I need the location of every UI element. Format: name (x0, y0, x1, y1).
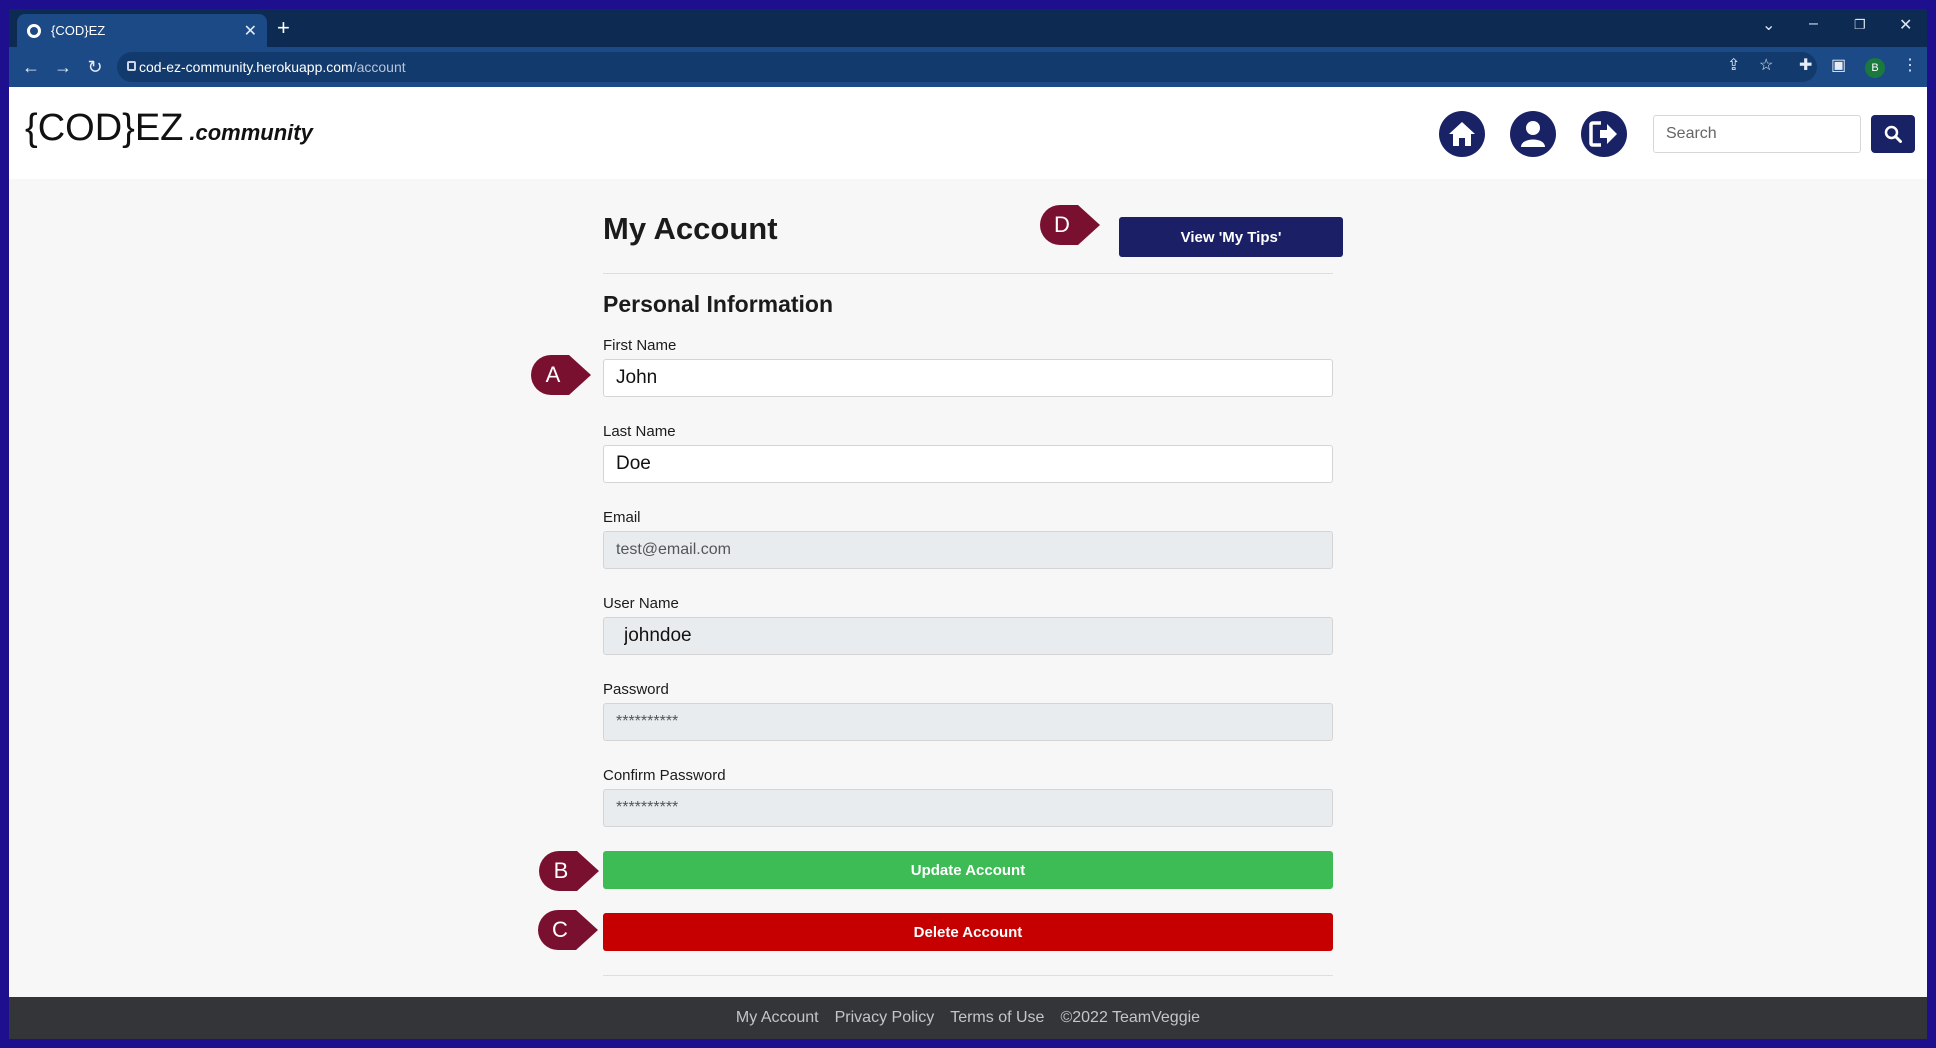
url-path: /account (352, 59, 406, 75)
side-panel-icon[interactable]: ▣ (1831, 55, 1846, 75)
globe-icon (27, 23, 41, 38)
reload-icon[interactable]: ↻ (79, 57, 111, 78)
callout-marker-a: A (529, 353, 593, 397)
username-field[interactable] (603, 617, 1333, 655)
new-tab-icon[interactable]: + (277, 15, 290, 41)
logout-button[interactable] (1581, 111, 1627, 157)
first-name-input[interactable] (603, 359, 1333, 397)
search-input[interactable] (1653, 115, 1861, 153)
browser-tab[interactable]: {COD}EZ ✕ (17, 14, 267, 47)
screen: {COD}EZ ✕ + ⌄ – ❐ ✕ ← → ↻ cod-ez-communi… (9, 9, 1927, 1039)
back-icon[interactable]: ← (15, 57, 47, 78)
email-label: Email (603, 509, 641, 526)
last-name-input[interactable] (603, 445, 1333, 483)
logout-icon (1589, 121, 1617, 147)
site-footer: My Account Privacy Policy Terms of Use ©… (9, 997, 1927, 1039)
page-title: My Account (603, 211, 778, 246)
address-bar[interactable]: cod-ez-community.herokuapp.com/account (117, 52, 1817, 82)
lock-icon (127, 61, 136, 71)
search-button[interactable] (1871, 115, 1915, 153)
site-logo[interactable]: {COD}EZ .community (25, 107, 313, 150)
username-label: User Name (603, 595, 679, 612)
tab-search-icon[interactable]: ⌄ (1762, 15, 1775, 35)
confirm-password-field[interactable] (603, 789, 1333, 827)
close-tab-icon[interactable]: ✕ (244, 21, 257, 41)
browser-tab-bar: {COD}EZ ✕ + ⌄ – ❐ ✕ (9, 9, 1927, 47)
home-button[interactable] (1439, 111, 1485, 157)
confirm-password-label: Confirm Password (603, 767, 726, 784)
divider (603, 273, 1333, 274)
browser-menu-icon[interactable]: ⋮ (1902, 55, 1918, 75)
url-host: cod-ez-community.herokuapp.com (139, 59, 353, 75)
search-icon (1884, 125, 1902, 143)
last-name-label: Last Name (603, 423, 676, 440)
footer-copyright: ©2022 TeamVeggie (1060, 1009, 1201, 1026)
logo-suffix: .community (189, 120, 313, 145)
browser-toolbar: ← → ↻ cod-ez-community.herokuapp.com/acc… (9, 47, 1927, 87)
user-icon (1521, 121, 1545, 147)
close-window-icon[interactable]: ✕ (1899, 15, 1912, 35)
update-account-button[interactable]: Update Account (603, 851, 1333, 889)
password-field[interactable] (603, 703, 1333, 741)
restore-icon[interactable]: ❐ (1854, 17, 1866, 33)
footer-link-privacy-policy[interactable]: Privacy Policy (835, 1009, 935, 1027)
bookmark-star-icon[interactable]: ☆ (1759, 55, 1773, 75)
section-title: Personal Information (603, 291, 834, 317)
share-icon[interactable]: ⇪ (1727, 55, 1740, 75)
minimize-icon[interactable]: – (1809, 15, 1818, 33)
site-header: {COD}EZ .community (9, 87, 1927, 179)
first-name-label: First Name (603, 337, 677, 354)
callout-marker-c: C (536, 908, 600, 952)
email-field[interactable] (603, 531, 1333, 569)
view-my-tips-button[interactable]: View 'My Tips' (1119, 217, 1343, 257)
callout-marker-b: B (537, 849, 601, 893)
home-icon (1449, 122, 1475, 146)
divider (603, 975, 1333, 976)
footer-link-my-account[interactable]: My Account (736, 1009, 819, 1027)
password-label: Password (603, 681, 669, 698)
forward-icon[interactable]: → (47, 57, 79, 78)
profile-avatar[interactable]: B (1865, 58, 1885, 78)
footer-link-terms-of-use[interactable]: Terms of Use (950, 1009, 1044, 1027)
profile-button[interactable] (1510, 111, 1556, 157)
callout-marker-d: D (1038, 203, 1102, 247)
delete-account-button[interactable]: Delete Account (603, 913, 1333, 951)
logo-main: {COD}EZ (25, 107, 184, 149)
tab-title: {COD}EZ (51, 23, 106, 38)
extensions-icon[interactable]: ✚ (1799, 55, 1812, 75)
